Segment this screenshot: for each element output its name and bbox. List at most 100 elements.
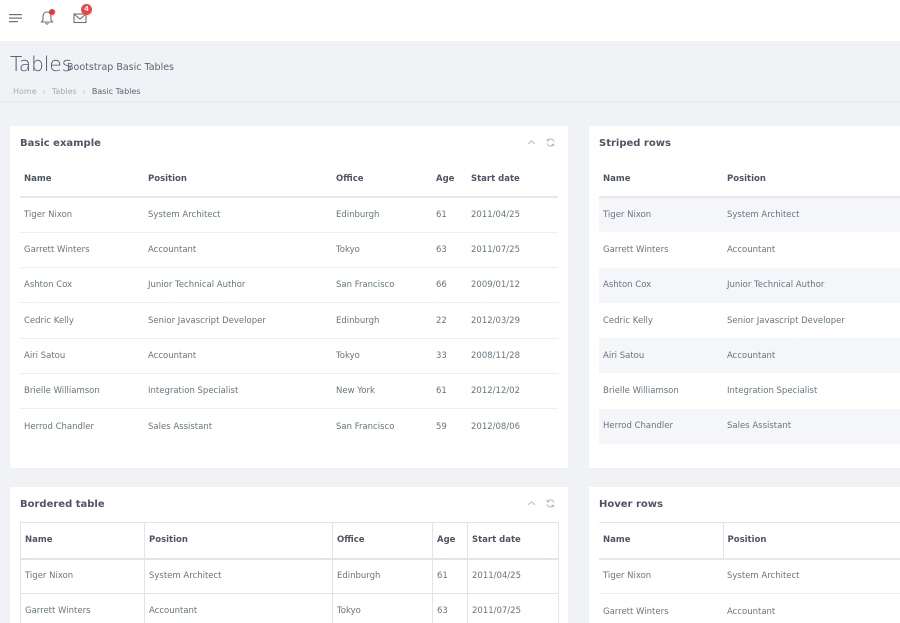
basic-table: Name Position Office Age Start date Tige…: [20, 161, 558, 445]
menu-icon[interactable]: [8, 10, 24, 26]
page-subtitle: Bootstrap Basic Tables: [67, 62, 175, 73]
card-title: Striped rows: [599, 138, 671, 149]
table-cell: Tiger Nixon: [603, 210, 652, 221]
page-title: Tables: [10, 52, 73, 76]
table-cell: Cedric Kelly: [603, 315, 653, 326]
table-cell: Garrett Winters: [603, 244, 669, 255]
table-cell: Accountant: [144, 337, 332, 374]
card-tools: [526, 498, 556, 509]
table-row: Herrod ChandlerSales AssistantSan Franci…: [20, 408, 558, 445]
column-header: Start date: [471, 173, 520, 184]
table-cell: 2011/04/25: [467, 196, 558, 233]
table-row: Cedric KellySenior Javascript DeveloperE…: [599, 303, 900, 338]
table-cell: Ashton Cox: [20, 267, 144, 303]
table-cell: 2012/08/06: [467, 408, 558, 445]
card-tools: [526, 137, 556, 148]
table-cell: System Architect: [144, 557, 333, 595]
header-divider: [0, 101, 900, 102]
striped-table: Name Position Office Age Start date Tige…: [599, 161, 900, 445]
table-header-row: Name Position Office Age Start date: [599, 161, 900, 197]
table-row: Herrod ChandlerSales AssistantSan Franci…: [599, 408, 900, 445]
table-row: Airi SatouAccountantTokyo332008/11/28: [599, 338, 900, 374]
table-cell: Senior Javascript Developer: [727, 315, 845, 326]
table-row: Brielle Williamson Integration Specialist…: [599, 373, 900, 408]
table-cell: System Architect: [727, 210, 800, 221]
breadcrumb-current: Basic Tables: [91, 87, 141, 96]
column-header: Name: [603, 173, 631, 184]
table-cell: Integration Specialist: [727, 386, 818, 397]
table-row: Garrett WintersAccountantTokyo632011/07/…: [599, 232, 900, 267]
table-row: Airi SatouAccountantTokyo332008/11/28: [20, 337, 558, 374]
table-cell: Herrod Chandler: [20, 408, 144, 445]
column-header: Start date: [467, 522, 559, 559]
column-header: Office: [336, 173, 364, 184]
table-cell: Edinburgh: [332, 302, 432, 339]
breadcrumb-home[interactable]: Home: [13, 87, 37, 96]
column-header: Position: [148, 173, 187, 184]
table-cell: 2012/03/29: [467, 302, 558, 339]
table-header-row: Name Position Office Age Start date: [20, 161, 558, 197]
column-header: Position: [144, 522, 333, 559]
breadcrumb-tables[interactable]: Tables: [52, 87, 77, 96]
table-cell: Accountant: [723, 593, 900, 623]
table-cell: Garrett Winters: [20, 231, 144, 268]
column-header: Age: [432, 522, 468, 559]
card-title: Basic example: [20, 138, 101, 149]
table-row: Ashton CoxJunior Technical AuthorSan Fra…: [20, 267, 558, 303]
chevron-up-icon[interactable]: [526, 498, 537, 509]
table-row: Ashton CoxJunior Technical AuthorSan Fra…: [599, 267, 900, 303]
table-cell: Accountant: [144, 231, 332, 268]
table-cell: 2011/07/25: [467, 231, 558, 268]
top-navbar: 4: [0, 0, 900, 41]
table-cell: Cedric Kelly: [20, 302, 144, 339]
table-cell: Herrod Chandler: [603, 421, 673, 432]
table-cell: 61: [432, 557, 468, 595]
table-row: Tiger NixonSystem ArchitectEdinburgh6120…: [20, 557, 559, 595]
mail-badge: 4: [81, 4, 92, 15]
breadcrumb: Home › Tables › Basic Tables: [13, 87, 140, 96]
table-row: Tiger NixonSystem ArchitectEdinburgh6120…: [20, 196, 558, 233]
table-row: Garrett WintersAccountantTokyo632011/07/…: [599, 593, 900, 623]
table-cell: Ashton Cox: [603, 280, 652, 291]
table-row: Cedric KellySenior Javascript DeveloperE…: [20, 302, 558, 339]
hover-table: Name Position Office Age Start date Tige…: [599, 522, 900, 623]
table-row: Garrett WintersAccountantTokyo632011/07/…: [20, 231, 558, 268]
table-cell: 61: [432, 196, 467, 233]
card-hover-rows: Hover rows Name Position Office Age Star…: [589, 487, 900, 623]
table-cell: Accountant: [727, 244, 776, 255]
chevron-up-icon[interactable]: [526, 137, 537, 148]
column-header: Age: [436, 173, 455, 184]
table-row: Tiger NixonSystem ArchitectEdinburgh6120…: [599, 197, 900, 233]
table-cell: Edinburgh: [332, 196, 432, 233]
table-header-row: Name Position Office Age Start date: [20, 522, 559, 559]
refresh-icon[interactable]: [545, 137, 556, 148]
table-cell: Tokyo: [332, 337, 432, 374]
chevron-right-icon: ›: [82, 87, 86, 96]
chevron-right-icon: ›: [42, 87, 46, 96]
table-cell: 33: [432, 337, 467, 374]
column-header: Name: [599, 522, 724, 559]
table-cell: Brielle Williamson: [20, 372, 144, 409]
table-cell: Tiger Nixon: [599, 557, 723, 594]
column-header: Position: [727, 535, 767, 546]
table-cell: System Architect: [723, 557, 900, 594]
table-cell: Junior Technical Author: [144, 267, 332, 303]
table-cell: Senior Javascript Developer: [144, 302, 332, 339]
table-cell: San Francisco: [332, 267, 432, 303]
table-cell: Tiger Nixon: [20, 557, 145, 595]
card-striped-rows: Striped rows Name Position Office Age St…: [589, 126, 900, 468]
table-cell: New York: [332, 372, 432, 409]
refresh-icon[interactable]: [545, 498, 556, 509]
table-cell: 2009/01/12: [467, 267, 558, 303]
table-cell: Accountant: [727, 350, 776, 361]
bordered-table: Name Position Office Age Start date Tige…: [20, 522, 559, 623]
card-bordered-table: Bordered table Name Position Office Age …: [10, 487, 568, 623]
table-row: Tiger NixonSystem ArchitectEdinburgh6120…: [599, 557, 900, 594]
table-cell: Tokyo: [332, 593, 433, 623]
card-title: Bordered table: [20, 499, 105, 510]
table-cell: 59: [432, 408, 467, 445]
table-cell: Edinburgh: [332, 557, 433, 595]
table-cell: Sales Assistant: [144, 408, 332, 445]
table-cell: System Architect: [144, 196, 332, 233]
table-cell: Tiger Nixon: [20, 196, 144, 233]
